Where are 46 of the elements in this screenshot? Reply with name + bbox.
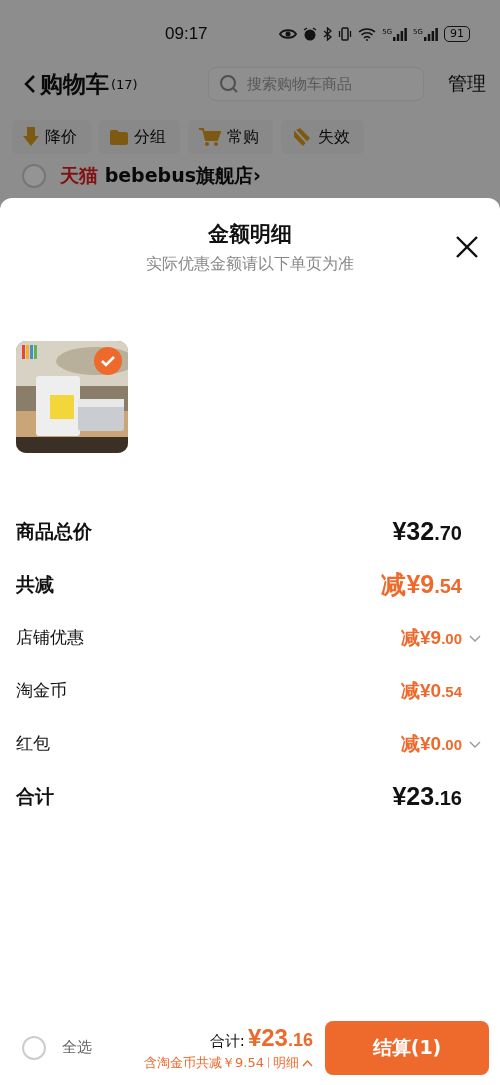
bluetooth-icon bbox=[323, 27, 333, 41]
detail-link[interactable]: 明细 bbox=[273, 1053, 313, 1072]
price-text: ¥23.16 bbox=[392, 782, 462, 811]
price-text: ¥32.70 bbox=[392, 517, 462, 546]
total-label: 合计: bbox=[209, 1031, 245, 1051]
price-text: ¥23.16 bbox=[247, 1023, 313, 1052]
checkout-button[interactable]: 结算(1) bbox=[325, 1020, 489, 1075]
savings-text: 含淘金币共减￥9.54 bbox=[144, 1053, 264, 1072]
down-arrow-icon bbox=[23, 127, 39, 147]
amount-label: 商品总价 bbox=[16, 518, 92, 544]
price-text: 减¥0.54 bbox=[401, 678, 462, 703]
filter-chip[interactable]: 常购 bbox=[188, 120, 273, 154]
signal-icon bbox=[424, 27, 438, 41]
battery-indicator: 91 bbox=[444, 26, 470, 42]
page-title: 购物车 bbox=[40, 69, 109, 99]
vibrate-icon bbox=[338, 27, 353, 41]
select-all-checkbox[interactable]: 全选 bbox=[22, 1035, 92, 1060]
wifi-icon bbox=[358, 27, 377, 41]
price-text: 减¥9.54 bbox=[381, 569, 462, 600]
filter-chip[interactable]: 降价 bbox=[12, 120, 91, 154]
amount-label: 共减 bbox=[16, 571, 54, 597]
store-name[interactable]: 天猫 bebebus旗舰店› bbox=[60, 163, 261, 189]
price-text: 减¥9.00 bbox=[401, 625, 462, 650]
filter-chip[interactable]: 分组 bbox=[99, 120, 180, 154]
back-icon[interactable] bbox=[24, 74, 36, 94]
amount-label: 店铺优惠 bbox=[16, 626, 84, 649]
filter-chip[interactable]: 失效 bbox=[281, 120, 364, 154]
item-count: (17) bbox=[111, 76, 138, 92]
amount-label: 合计 bbox=[16, 783, 54, 809]
cart-icon bbox=[199, 127, 221, 147]
close-button[interactable] bbox=[454, 234, 480, 260]
manage-button[interactable]: 管理 bbox=[448, 71, 486, 97]
amount-label: 红包 bbox=[16, 732, 50, 755]
eye-icon bbox=[279, 28, 298, 40]
tag-icon bbox=[292, 127, 312, 147]
folder-icon bbox=[110, 129, 128, 145]
sheet-title: 金额明细 bbox=[208, 221, 292, 248]
price-text: 减¥0.00 bbox=[401, 731, 462, 756]
sheet-subtitle: 实际优惠金额请以下单页为准 bbox=[146, 254, 354, 275]
clock-text: 09:17 bbox=[165, 24, 208, 44]
store-radio[interactable] bbox=[22, 164, 46, 188]
alarm-icon bbox=[303, 27, 318, 41]
check-icon[interactable] bbox=[94, 347, 122, 375]
signal-icon bbox=[393, 27, 408, 41]
amount-label: 淘金币 bbox=[16, 679, 67, 702]
chevron-up-icon bbox=[302, 1058, 313, 1067]
